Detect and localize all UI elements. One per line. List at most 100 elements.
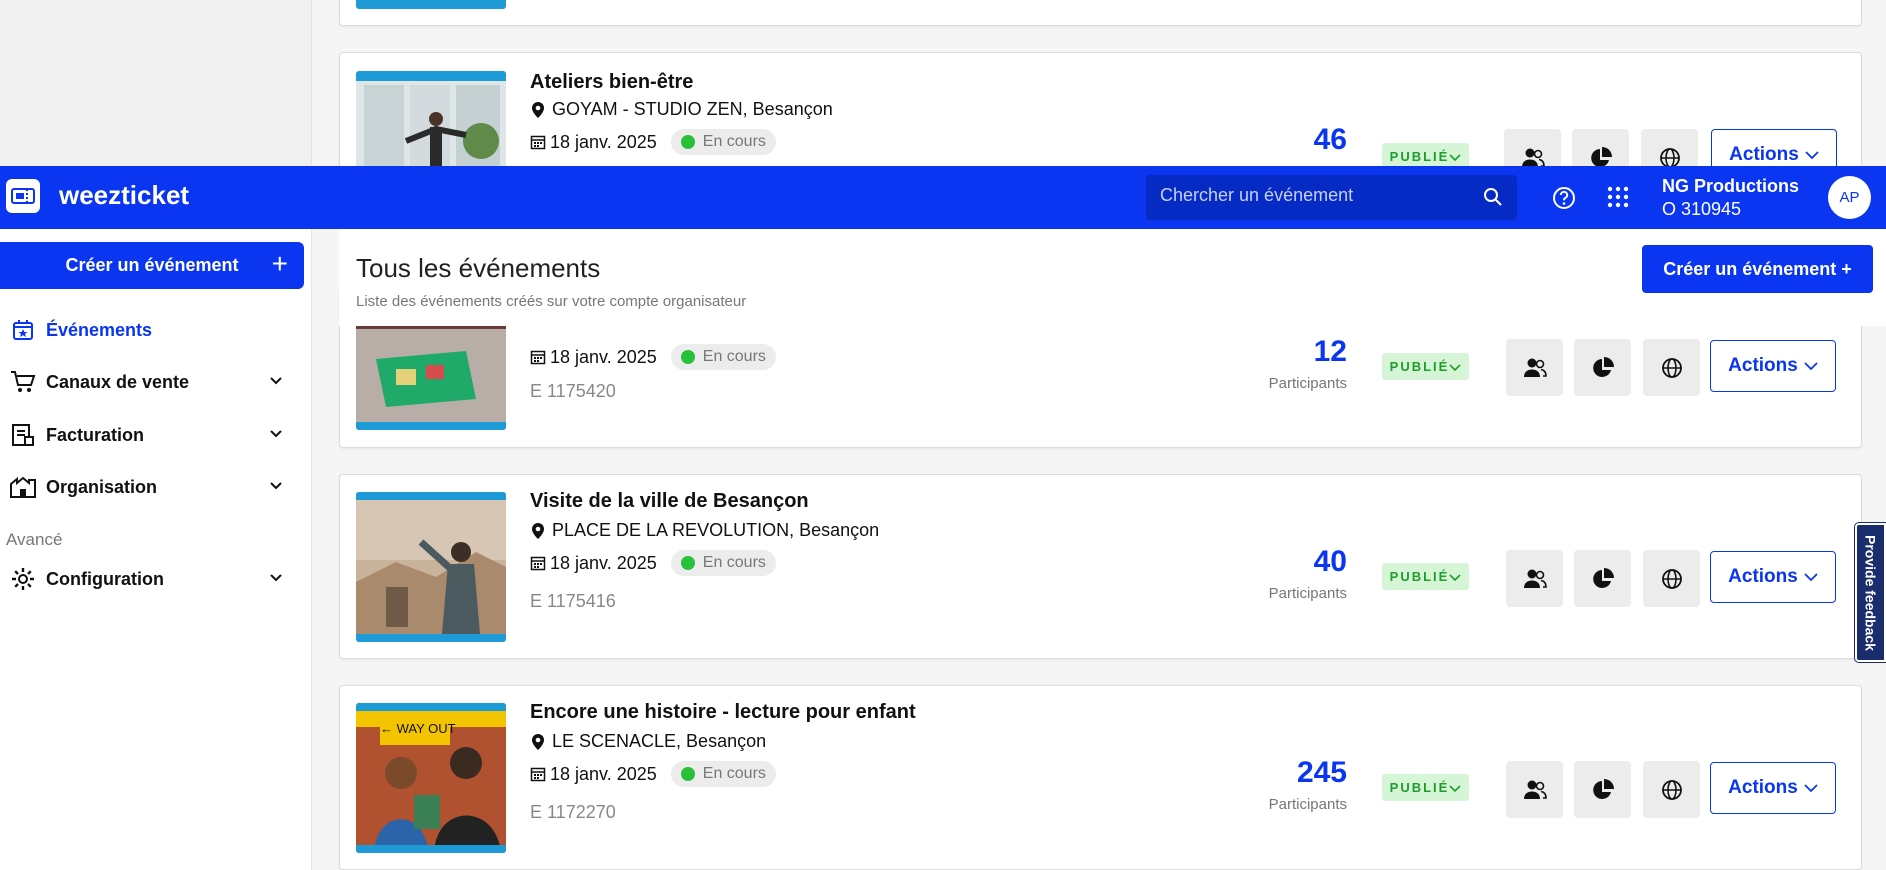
participants-label: Participants [1268, 585, 1347, 602]
event-location: GOYAM - STUDIO ZEN, Besançon [530, 99, 833, 120]
sidebar-item-label: Configuration [46, 568, 164, 589]
plus-icon: + [271, 248, 288, 279]
event-card[interactable]: Visite de la ville de Besançon PLACE DE … [339, 474, 1862, 659]
event-date: 18 janv. 2025 En cours [530, 344, 776, 370]
chevron-down-icon [270, 377, 282, 385]
chevron-down-icon [270, 482, 282, 490]
participants-count: 46 [1313, 123, 1347, 156]
event-date: 18 janv. 2025 En cours [530, 129, 776, 155]
actions-button[interactable]: Actions [1710, 340, 1836, 392]
avatar[interactable]: AP [1828, 176, 1871, 219]
sidebar-item-organisation[interactable]: Organisation [0, 467, 304, 507]
users-icon [1523, 569, 1547, 588]
event-thumbnail [356, 492, 506, 642]
actions-label: Actions [1729, 144, 1799, 165]
search-box[interactable] [1146, 175, 1517, 220]
event-card[interactable]: ← WAY OUT Encore une histoire - lecture … [339, 685, 1862, 870]
status-text: En cours [702, 348, 766, 365]
published-badge[interactable]: PUBLIÉ [1382, 563, 1469, 590]
event-title[interactable]: Encore une histoire - lecture pour enfan… [530, 701, 916, 724]
event-card-partial[interactable] [339, 0, 1862, 26]
users-icon [1523, 780, 1547, 799]
event-location-text: PLACE DE LA REVOLUTION, Besançon [552, 520, 880, 540]
actions-label: Actions [1728, 777, 1798, 798]
apps-grid-icon[interactable] [1607, 186, 1629, 208]
sidebar-section-advanced: Avancé [6, 530, 63, 549]
status-dot-icon [680, 350, 695, 364]
sidebar-item-label: Facturation [46, 424, 145, 445]
published-label: PUBLIÉ [1389, 569, 1450, 584]
published-label: PUBLIÉ [1389, 359, 1450, 374]
event-date-text: 18 janv. 2025 [550, 131, 657, 152]
location-pin-icon [532, 522, 544, 539]
event-card[interactable]: Ateliers bien-être GOYAM - STUDIO ZEN, B… [339, 52, 1862, 221]
stats-button[interactable] [1574, 761, 1631, 818]
participants-button[interactable] [1506, 339, 1563, 396]
status-dot-icon [680, 135, 695, 149]
status-text: En cours [702, 554, 766, 571]
sidebar-create-event-button[interactable]: Créer un événement + [0, 242, 304, 289]
chevron-down-icon [270, 430, 282, 438]
web-page-button[interactable] [1643, 761, 1700, 818]
status-badge: En cours [670, 344, 776, 370]
chevron-down-icon [270, 574, 282, 582]
participants-button[interactable] [1506, 550, 1563, 607]
event-location-text: GOYAM - STUDIO ZEN, Besançon [552, 99, 833, 119]
chevron-down-icon [1804, 784, 1818, 793]
globe-icon [1661, 357, 1682, 378]
status-dot-icon [680, 556, 695, 570]
event-code: E 1172270 [530, 802, 616, 822]
globe-icon [1661, 568, 1682, 589]
sidebar-create-label: Créer un événement [65, 255, 239, 275]
cart-icon [0, 370, 46, 394]
sidebar-item-canaux[interactable]: Canaux de vente [0, 362, 304, 402]
participants-count: 245 [1296, 756, 1347, 789]
organization-name[interactable]: NG Productions [1662, 176, 1799, 197]
calendar-star-icon [0, 319, 46, 341]
sidebar-item-configuration[interactable]: Configuration [0, 559, 304, 599]
top-header: weezticket NG Productions O 310945 AP [0, 166, 1886, 229]
globe-icon [1661, 779, 1682, 800]
status-badge: En cours [670, 761, 776, 787]
event-date: 18 janv. 2025 En cours [530, 761, 776, 787]
sidebar-item-facturation[interactable]: Facturation [0, 415, 304, 455]
published-badge[interactable]: PUBLIÉ [1382, 774, 1469, 801]
event-title[interactable]: Visite de la ville de Besançon [530, 490, 809, 513]
participants-button[interactable] [1506, 761, 1563, 818]
help-icon[interactable] [1552, 186, 1576, 210]
page-subtitle: Liste des événements créés sur votre com… [356, 293, 747, 310]
stats-button[interactable] [1574, 339, 1631, 396]
sidebar-item-label: Événements [46, 319, 153, 340]
stats-button[interactable] [1574, 550, 1631, 607]
sidebar-item-evenements[interactable]: Événements [0, 310, 304, 350]
event-date-text: 18 janv. 2025 [550, 346, 657, 367]
status-text: En cours [702, 765, 766, 782]
pie-chart-icon [1592, 567, 1614, 588]
event-code: E 1175420 [530, 381, 616, 401]
sidebar-item-label: Canaux de vente [46, 371, 190, 392]
chevron-down-icon [1449, 363, 1461, 371]
sidebar-item-label: Organisation [46, 476, 158, 497]
event-title[interactable]: Ateliers bien-être [530, 71, 693, 94]
actions-button[interactable]: Actions [1710, 762, 1836, 814]
chevron-down-icon [1805, 151, 1819, 160]
event-thumbnail [356, 0, 506, 9]
chevron-down-icon [1449, 153, 1461, 161]
calendar-icon [530, 767, 546, 782]
provide-feedback-tab[interactable]: Provide feedback [1855, 523, 1886, 662]
status-badge: En cours [670, 550, 776, 576]
web-page-button[interactable] [1643, 550, 1700, 607]
search-icon[interactable] [1483, 187, 1503, 207]
create-event-button[interactable]: Créer un événement + [1642, 245, 1873, 293]
chevron-down-icon [1804, 573, 1818, 582]
chevron-down-icon [1804, 362, 1818, 371]
search-input[interactable] [1160, 185, 1470, 206]
brand-name[interactable]: weezticket [59, 180, 189, 211]
weezticket-logo-icon[interactable] [6, 179, 40, 213]
published-badge[interactable]: PUBLIÉ [1382, 353, 1469, 380]
actions-button[interactable]: Actions [1710, 551, 1836, 603]
event-location-text: LE SCENACLE, Besançon [552, 731, 767, 751]
web-page-button[interactable] [1643, 339, 1700, 396]
event-date-text: 18 janv. 2025 [550, 552, 657, 573]
organization-id: O 310945 [1662, 199, 1742, 219]
